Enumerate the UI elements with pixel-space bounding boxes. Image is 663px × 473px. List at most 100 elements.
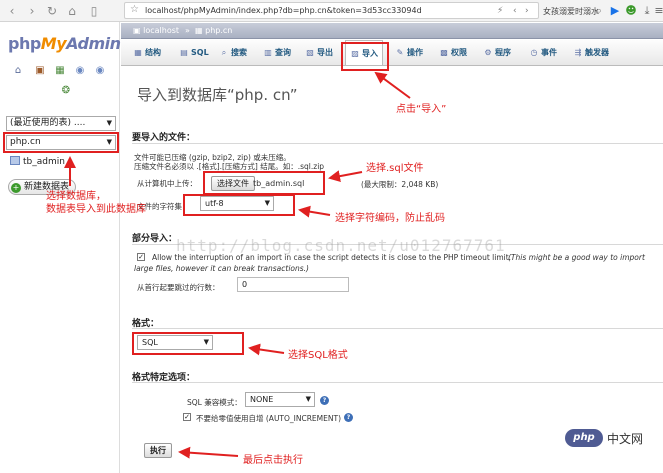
highlight-import-tab (341, 42, 389, 71)
tab-triggers[interactable]: ⇶ 触发器 (573, 40, 609, 65)
home-icon[interactable]: ⌂ (64, 3, 80, 19)
search-icon: ⌕ (221, 48, 227, 57)
annotation-select-file: 选择.sql文件 (366, 163, 424, 174)
tab-label: 程序 (495, 48, 511, 57)
badge-text: 中文网 (607, 431, 644, 446)
search-text: 女孩溺爱时溺水 (543, 7, 599, 16)
settings-icon[interactable]: ◉ (94, 65, 106, 77)
url-text: localhost/phpMyAdmin/index.php?db=php.cn… (145, 6, 422, 15)
tab-privileges[interactable]: ▩ 权限 (439, 40, 467, 65)
max-upload-limit: (最大限制：2,048 KB) (361, 180, 439, 189)
execute-button[interactable]: 执行 (144, 443, 172, 458)
annotation-click-import: 点击“导入” (396, 104, 447, 115)
divider (132, 382, 663, 383)
chevron-right-icon[interactable]: › (525, 6, 529, 16)
routines-icon: ⚙ (484, 48, 492, 57)
chevron-down-icon: ▼ (106, 119, 112, 127)
allow-interruption-note-2: large files, however it can break transa… (134, 264, 309, 273)
tab-label: 结构 (145, 48, 161, 57)
reader-icon[interactable]: ▯ (86, 3, 102, 19)
skip-rows-label: 从首行起要跳过的行数： (137, 283, 220, 292)
tab-operations[interactable]: ✎ 操作 (395, 40, 423, 65)
tab-sql[interactable]: ▤ SQL (179, 40, 209, 65)
help-icon[interactable]: ? (344, 413, 353, 422)
chevron-left-icon[interactable]: ‹ (513, 6, 517, 16)
tab-events[interactable]: ◷ 事件 (529, 40, 558, 65)
sql-compat-value: NONE (250, 395, 274, 404)
docs-icon[interactable]: ◉ (74, 65, 86, 77)
privileges-icon: ▩ (440, 48, 448, 57)
allow-interruption-checkbox[interactable]: ✓ (137, 253, 145, 261)
plus-icon: + (11, 183, 21, 193)
logo-php: php (8, 34, 41, 53)
home-icon[interactable]: ⌂ (12, 65, 24, 77)
help-icon[interactable]: ? (320, 396, 329, 405)
partial-section-title: 部分导入： (132, 234, 178, 244)
upload-label: 从计算机中上传： (137, 179, 197, 188)
phpmyadmin-logo[interactable]: phpMyAdmin (8, 34, 121, 53)
structure-icon: ▦ (134, 48, 142, 57)
sql-compat-select[interactable]: NONE ▼ (245, 392, 315, 407)
table-item[interactable]: tb_admin (10, 156, 65, 167)
tab-routines[interactable]: ⚙ 程序 (483, 40, 511, 65)
arrow-to-execute (178, 446, 239, 459)
breadcrumb-db-label: php.cn (205, 26, 233, 35)
search-icon[interactable]: ⌕ (592, 4, 606, 18)
breadcrumb-server[interactable]: ▣ localhost (133, 26, 179, 35)
page-title: 导入到数据库“php. cn” (137, 86, 298, 104)
export-icon: ▧ (306, 48, 314, 57)
exit-icon[interactable]: ▣ (34, 65, 46, 77)
allow-interruption-note: (This might be a good way to import (508, 253, 645, 262)
breadcrumb-separator: » (185, 26, 190, 35)
annotation-click-execute: 最后点击执行 (243, 455, 303, 466)
highlight-database-select (3, 132, 119, 153)
query-icon: ▥ (264, 48, 272, 57)
tab-export[interactable]: ▧ 导出 (305, 40, 333, 65)
breadcrumb-server-label: localhost (143, 26, 180, 35)
forward-icon[interactable]: › (24, 3, 40, 19)
back-icon[interactable]: ‹ (4, 3, 20, 19)
arrow-to-charset (298, 205, 331, 218)
breadcrumb-db[interactable]: ▦ php.cn (195, 26, 232, 35)
breadcrumb: ▣ localhost » ▦ php.cn (121, 23, 663, 39)
star-icon[interactable]: ☆ (130, 4, 139, 15)
php-cn-badge: php 中文网 (565, 428, 643, 448)
tab-label: 触发器 (585, 48, 609, 57)
reload-nav-icon[interactable]: ❂ (60, 85, 72, 97)
logo-admin: Admin (66, 34, 121, 53)
lightning-icon[interactable]: ⚡ (497, 6, 503, 16)
extension-icon[interactable]: ☻ (624, 4, 638, 18)
tab-label: 查询 (275, 48, 291, 57)
skip-rows-input[interactable]: 0 (237, 277, 349, 292)
annotation-select-db-2: 数据表导入到此数据库 (46, 204, 146, 215)
reload-icon[interactable]: ↻ (44, 3, 60, 19)
tab-query[interactable]: ▥ 查询 (263, 40, 291, 65)
annotation-select-charset: 选择字符编码，防止乱码 (335, 213, 445, 224)
tab-structure[interactable]: ▦ 结构 (133, 40, 161, 65)
recent-tables-value: (最近使用的表) .... (10, 118, 86, 128)
file-section-title: 要导入的文件： (132, 133, 196, 143)
main-tabs: ▦ 结构 ▤ SQL ⌕ 搜索 ▥ 查询 ▧ 导出 ▨ 导入 ✎ 操作 ▩ 权限 ⚙ 程序 ◷ 事件… (121, 40, 663, 66)
sql-icon: ▤ (180, 48, 188, 57)
tab-label: 导出 (317, 48, 333, 57)
highlight-charset (183, 194, 295, 216)
table-icon (10, 156, 20, 165)
tab-label: SQL (191, 48, 209, 57)
more-icon[interactable]: ≡ (652, 4, 663, 18)
search-box[interactable]: 女孩溺爱时溺水 (543, 2, 599, 19)
divider (132, 143, 663, 144)
tab-label: 事件 (541, 48, 557, 57)
divider (132, 328, 663, 329)
address-bar[interactable]: ☆ localhost/phpMyAdmin/index.php?db=php.… (124, 2, 539, 19)
play-icon[interactable]: ▶ (608, 4, 622, 18)
sql-query-icon[interactable]: ▦ (54, 65, 66, 77)
highlight-file-upload (203, 171, 325, 195)
recent-tables-select[interactable]: (最近使用的表) .... ▼ (6, 116, 116, 131)
navigation-panel: phpMyAdmin ⌂ ▣ ▦ ◉ ◉ ❂ (最近使用的表) .... ▼ p… (0, 22, 121, 473)
no-auto-value-on-zero-label: 不要给零值使用自增 (AUTO_INCREMENT) (196, 414, 342, 423)
tab-search[interactable]: ⌕ 搜索 (219, 40, 247, 65)
watermark: http://blog.csdn.net/u012767761 (176, 236, 506, 255)
php-logo: php (565, 429, 603, 447)
clock-icon: ◷ (530, 48, 538, 57)
no-auto-value-on-zero-checkbox[interactable]: ✓ (183, 413, 191, 421)
